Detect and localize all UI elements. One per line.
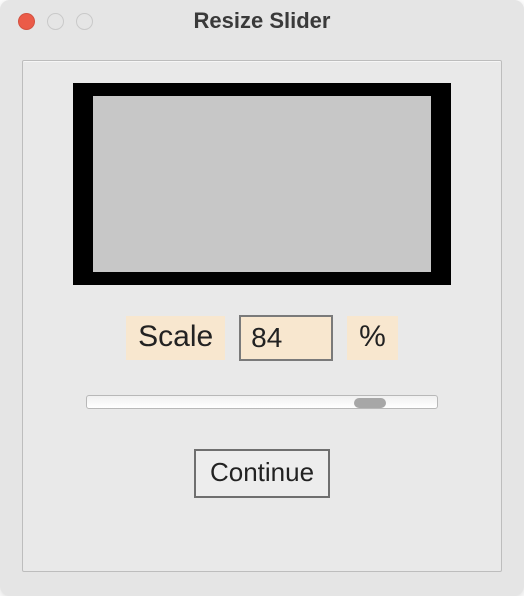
- minimize-icon: [47, 13, 64, 30]
- scale-unit-label: %: [347, 316, 398, 360]
- titlebar: Resize Slider: [0, 0, 524, 42]
- scale-input[interactable]: [239, 315, 333, 361]
- close-icon[interactable]: [18, 13, 35, 30]
- preview-inner: [93, 96, 431, 272]
- scale-label: Scale: [126, 316, 225, 360]
- scale-slider[interactable]: [86, 395, 438, 409]
- maximize-icon: [76, 13, 93, 30]
- dialog-content: Scale % Continue: [22, 60, 502, 572]
- continue-button[interactable]: Continue: [194, 449, 330, 498]
- traffic-lights: [0, 13, 93, 30]
- slider-thumb[interactable]: [354, 398, 386, 408]
- resize-slider-window: Resize Slider Scale % Continue: [0, 0, 524, 596]
- preview-frame: [73, 83, 451, 285]
- slider-wrap: [45, 395, 479, 409]
- button-row: Continue: [45, 449, 479, 498]
- scale-row: Scale %: [45, 315, 479, 361]
